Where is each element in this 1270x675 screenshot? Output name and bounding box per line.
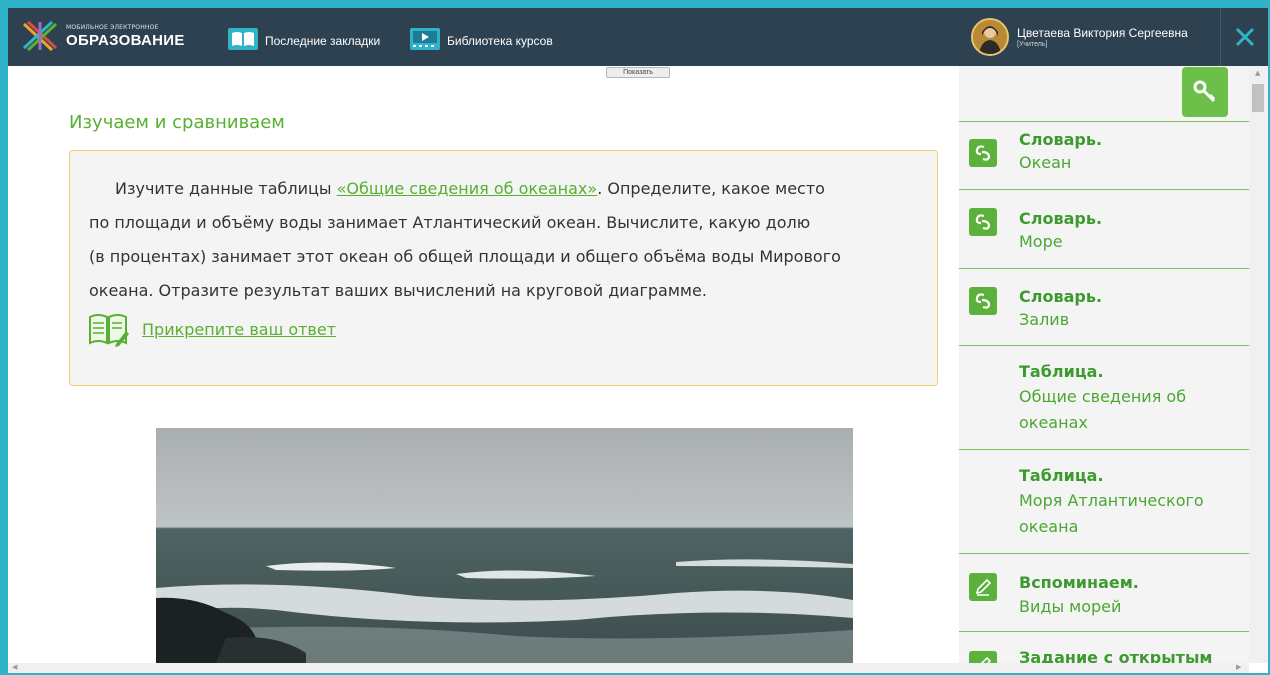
close-button[interactable] bbox=[1220, 8, 1268, 66]
app-frame: МОБИЛЬНОЕ ЭЛЕКТРОННОЕ ОБРАЗОВАНИЕ Послед… bbox=[8, 8, 1268, 673]
oceans-table-link[interactable]: «Общие сведения об океанах» bbox=[337, 179, 598, 198]
sidebar-item-table-oceans[interactable]: Таблица. Общие сведения об океанах bbox=[959, 345, 1249, 450]
lesson-content: Показать Изучаем и сравниваем Изучите да… bbox=[8, 66, 959, 663]
avatar[interactable] bbox=[971, 18, 1009, 56]
attach-answer-link[interactable]: Прикрепите ваш ответ bbox=[142, 320, 336, 339]
logo-icon bbox=[22, 20, 58, 52]
video-play-icon bbox=[410, 28, 440, 53]
link-icon bbox=[969, 208, 997, 236]
sidebar-item-title: Словарь. bbox=[1019, 209, 1103, 228]
sidebar: Словарь. Океан Словарь. Море Словарь. За… bbox=[959, 66, 1249, 663]
scroll-right-arrow-icon[interactable]: ▶ bbox=[1236, 664, 1241, 671]
show-button[interactable]: Показать bbox=[606, 67, 670, 78]
nav-recent-bookmarks-label: Последние закладки bbox=[265, 33, 381, 48]
open-book-icon bbox=[228, 28, 258, 53]
key-button[interactable] bbox=[1182, 67, 1228, 117]
book-pencil-icon bbox=[89, 314, 129, 347]
attach-answer[interactable]: Прикрепите ваш ответ bbox=[88, 311, 336, 347]
sidebar-item-open-task[interactable]: Задание с открытым bbox=[959, 631, 1249, 663]
nav-recent-bookmarks[interactable]: Последние закладки bbox=[228, 28, 380, 53]
user-profile[interactable]: Цветаева Виктория Сергеевна [Учитель] bbox=[971, 18, 1188, 56]
logo-subtitle: МОБИЛЬНОЕ ЭЛЕКТРОННОЕ bbox=[66, 23, 159, 31]
logo-title: ОБРАЗОВАНИЕ bbox=[66, 31, 185, 49]
scroll-up-arrow-icon[interactable]: ▲ bbox=[1255, 70, 1260, 77]
sidebar-item-title: Задание с открытым bbox=[1019, 648, 1213, 663]
sidebar-item-title: Таблица. bbox=[1019, 362, 1104, 381]
close-icon bbox=[1235, 27, 1255, 47]
sidebar-item-title: Таблица. bbox=[1019, 466, 1104, 485]
task-text-line4: океана. Отразите результат ваших вычисле… bbox=[89, 281, 707, 300]
task-text: Изучите данные таблицы «Общие сведения о… bbox=[89, 172, 929, 308]
task-text-line3: (в процентах) занимает этот океан об общ… bbox=[89, 247, 841, 266]
task-card: Изучите данные таблицы «Общие сведения о… bbox=[69, 150, 938, 386]
scroll-left-arrow-icon[interactable]: ◀ bbox=[12, 664, 17, 671]
task-text-line2: по площади и объёму воды занимает Атлант… bbox=[89, 213, 811, 232]
sidebar-item-subtitle: Море bbox=[1019, 232, 1063, 251]
scrollbar-thumb[interactable] bbox=[1252, 84, 1264, 112]
sidebar-item-title: Словарь. bbox=[1019, 287, 1103, 306]
task-text-line1-end: . Определите, какое место bbox=[597, 179, 825, 198]
sidebar-item-title: Вспоминаем. bbox=[1019, 573, 1139, 592]
user-role: [Учитель] bbox=[1017, 41, 1048, 48]
sidebar-item-table-atlantic-seas[interactable]: Таблица. Моря Атлантического океана bbox=[959, 449, 1249, 554]
key-icon bbox=[1193, 80, 1216, 103]
sidebar-item-dictionary-ocean[interactable]: Словарь. Океан bbox=[959, 121, 1249, 190]
horizontal-scrollbar[interactable]: ◀ ▶ bbox=[8, 663, 1249, 673]
sidebar-item-subtitle: Виды морей bbox=[1019, 597, 1122, 616]
link-icon bbox=[969, 139, 997, 167]
sidebar-item-subtitle: Залив bbox=[1019, 310, 1070, 329]
logo[interactable]: МОБИЛЬНОЕ ЭЛЕКТРОННОЕ ОБРАЗОВАНИЕ bbox=[22, 20, 185, 52]
vertical-scrollbar[interactable]: ▲ bbox=[1249, 66, 1268, 663]
user-name: Цветаева Виктория Сергеевна bbox=[1017, 26, 1188, 40]
sea-photo bbox=[156, 428, 853, 663]
sidebar-item-subtitle: Общие сведения об океанах bbox=[1019, 387, 1187, 432]
pencil-icon bbox=[969, 651, 997, 663]
pencil-icon bbox=[969, 573, 997, 601]
sidebar-item-dictionary-sea[interactable]: Словарь. Море bbox=[959, 189, 1249, 269]
section-title: Изучаем и сравниваем bbox=[69, 112, 285, 133]
sidebar-item-dictionary-gulf[interactable]: Словарь. Залив bbox=[959, 268, 1249, 346]
sidebar-item-title: Словарь. bbox=[1019, 130, 1103, 149]
nav-course-library[interactable]: Библиотека курсов bbox=[410, 28, 553, 53]
top-bar: МОБИЛЬНОЕ ЭЛЕКТРОННОЕ ОБРАЗОВАНИЕ Послед… bbox=[8, 8, 1268, 66]
sidebar-item-subtitle: Моря Атлантического океана bbox=[1019, 491, 1204, 536]
sidebar-item-recall-sea-types[interactable]: Вспоминаем. Виды морей bbox=[959, 553, 1249, 632]
task-text-start: Изучите данные таблицы bbox=[115, 179, 337, 198]
nav-course-library-label: Библиотека курсов bbox=[447, 33, 553, 48]
sidebar-item-subtitle: Океан bbox=[1019, 153, 1072, 172]
link-icon bbox=[969, 287, 997, 315]
